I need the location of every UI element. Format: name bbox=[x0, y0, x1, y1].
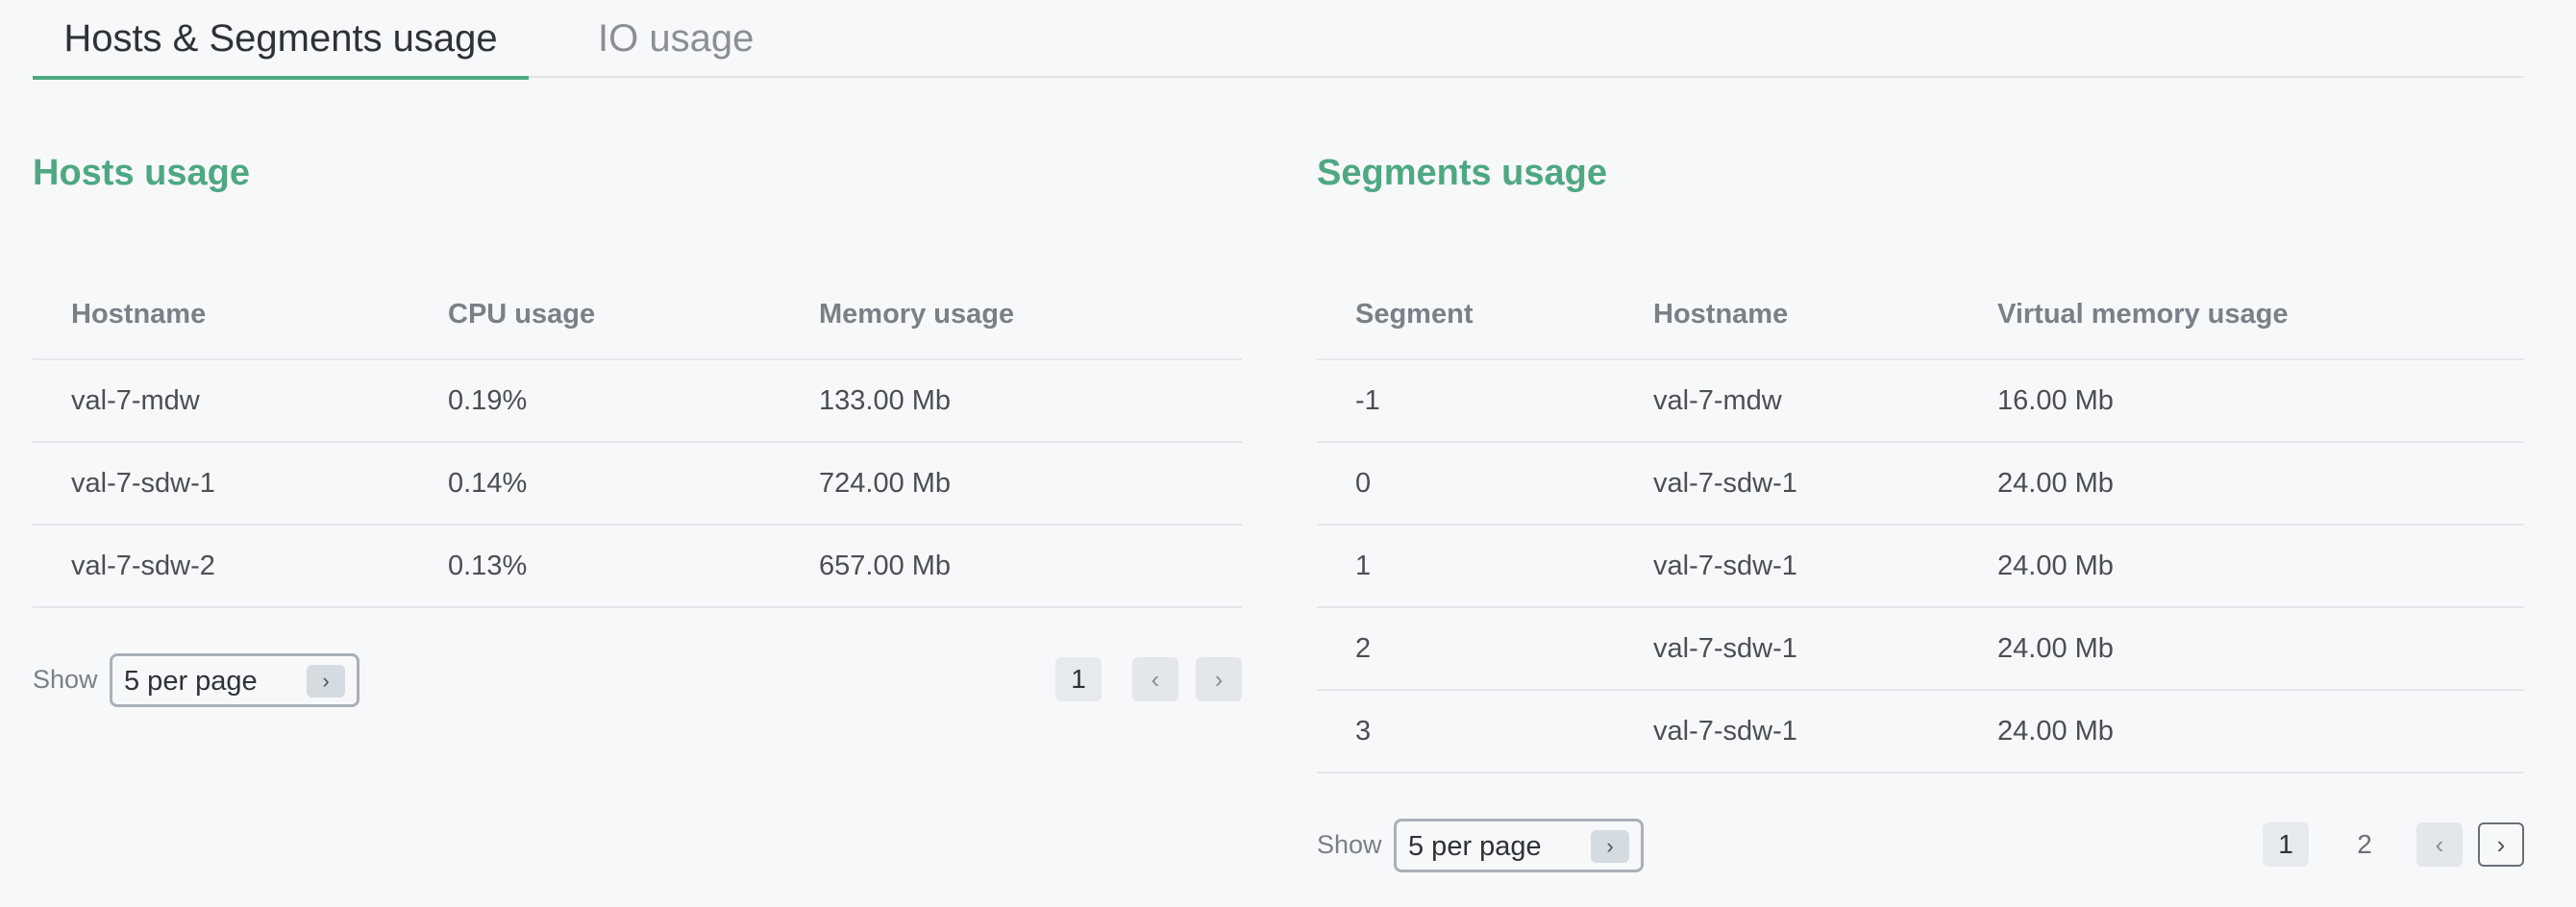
memory-usage-cell: 724.00 Mb bbox=[780, 442, 1242, 526]
chevron-left-icon: ‹ bbox=[1151, 665, 1160, 694]
per-page-value: 5 per page bbox=[1408, 831, 1542, 862]
virtual-memory-cell: 24.00 Mb bbox=[1959, 690, 2524, 773]
segments-per-page-select[interactable]: 5 per page › bbox=[1394, 819, 1644, 872]
usage-page: Hosts & Segments usage IO usage Hosts us… bbox=[0, 0, 2576, 907]
column-header-virtual-memory-usage[interactable]: Virtual memory usage bbox=[1959, 271, 2524, 360]
tab-hosts-segments-usage[interactable]: Hosts & Segments usage bbox=[33, 13, 529, 80]
page-button-1[interactable]: 1 bbox=[1055, 657, 1102, 701]
hostname-cell: val-7-sdw-1 bbox=[1615, 690, 1959, 773]
tab-bar: Hosts & Segments usage IO usage bbox=[33, 0, 2524, 80]
segments-usage-panel: Segments usage Segment Hostname Virtual … bbox=[1317, 144, 2524, 872]
hosts-table: Hostname CPU usage Memory usage val-7-md… bbox=[33, 271, 1242, 608]
hostname-cell: val-7-sdw-2 bbox=[33, 525, 409, 608]
segments-table: Segment Hostname Virtual memory usage -1… bbox=[1317, 271, 2524, 773]
hosts-pagination-footer: Show 5 per page › 1 ‹ › bbox=[33, 653, 1242, 707]
hosts-usage-title: Hosts usage bbox=[33, 153, 250, 193]
table-row: val-7-sdw-2 0.13% 657.00 Mb bbox=[33, 525, 1242, 608]
table-header-row: Segment Hostname Virtual memory usage bbox=[1317, 271, 2524, 360]
hostname-cell: val-7-sdw-1 bbox=[33, 442, 409, 526]
segment-cell: 0 bbox=[1317, 442, 1615, 526]
virtual-memory-cell: 24.00 Mb bbox=[1959, 607, 2524, 691]
segments-usage-title: Segments usage bbox=[1317, 153, 1607, 193]
chevron-right-icon: › bbox=[307, 665, 345, 698]
page-button-1[interactable]: 1 bbox=[2263, 822, 2309, 867]
segment-cell: 2 bbox=[1317, 607, 1615, 691]
table-row: -1 val-7-mdw 16.00 Mb bbox=[1317, 359, 2524, 443]
hostname-cell: val-7-mdw bbox=[1615, 359, 1959, 443]
table-row: val-7-sdw-1 0.14% 724.00 Mb bbox=[33, 442, 1242, 526]
prev-page-button[interactable]: ‹ bbox=[2416, 822, 2463, 867]
hostname-cell: val-7-sdw-1 bbox=[1615, 442, 1959, 526]
segment-cell: 1 bbox=[1317, 525, 1615, 608]
virtual-memory-cell: 24.00 Mb bbox=[1959, 442, 2524, 526]
virtual-memory-cell: 24.00 Mb bbox=[1959, 525, 2524, 608]
tab-io-usage[interactable]: IO usage bbox=[598, 13, 754, 78]
hostname-cell: val-7-sdw-1 bbox=[1615, 607, 1959, 691]
table-row: val-7-mdw 0.19% 133.00 Mb bbox=[33, 359, 1242, 443]
table-row: 0 val-7-sdw-1 24.00 Mb bbox=[1317, 442, 2524, 526]
chevron-right-icon: › bbox=[1214, 665, 1224, 694]
column-header-cpu-usage[interactable]: CPU usage bbox=[409, 271, 780, 360]
memory-usage-cell: 657.00 Mb bbox=[780, 525, 1242, 608]
page-button-2[interactable]: 2 bbox=[2341, 822, 2388, 867]
cpu-usage-cell: 0.13% bbox=[409, 525, 780, 608]
table-row: 2 val-7-sdw-1 24.00 Mb bbox=[1317, 607, 2524, 691]
next-page-button[interactable]: › bbox=[2478, 822, 2524, 867]
segment-cell: -1 bbox=[1317, 359, 1615, 443]
chevron-right-icon: › bbox=[1591, 830, 1629, 863]
segments-pagination-footer: Show 5 per page › 1 2 ‹ › bbox=[1317, 819, 2524, 872]
cpu-usage-cell: 0.19% bbox=[409, 359, 780, 443]
hostname-cell: val-7-sdw-1 bbox=[1615, 525, 1959, 608]
memory-usage-cell: 133.00 Mb bbox=[780, 359, 1242, 443]
table-header-row: Hostname CPU usage Memory usage bbox=[33, 271, 1242, 360]
prev-page-button[interactable]: ‹ bbox=[1132, 657, 1178, 701]
chevron-left-icon: ‹ bbox=[2435, 830, 2444, 859]
tab-label: Hosts & Segments usage bbox=[63, 17, 498, 60]
table-row: 3 val-7-sdw-1 24.00 Mb bbox=[1317, 690, 2524, 773]
hostname-cell: val-7-mdw bbox=[33, 359, 409, 443]
virtual-memory-cell: 16.00 Mb bbox=[1959, 359, 2524, 443]
column-header-hostname[interactable]: Hostname bbox=[33, 271, 409, 360]
hosts-usage-panel: Hosts usage Hostname CPU usage Memory us… bbox=[33, 144, 1242, 707]
show-label: Show bbox=[1317, 830, 1382, 859]
table-row: 1 val-7-sdw-1 24.00 Mb bbox=[1317, 525, 2524, 608]
chevron-right-icon: › bbox=[2496, 830, 2506, 859]
segment-cell: 3 bbox=[1317, 690, 1615, 773]
tab-label: IO usage bbox=[598, 17, 755, 60]
column-header-memory-usage[interactable]: Memory usage bbox=[780, 271, 1242, 360]
hosts-per-page-select[interactable]: 5 per page › bbox=[110, 653, 359, 707]
show-label: Show bbox=[33, 665, 98, 694]
column-header-segment[interactable]: Segment bbox=[1317, 271, 1615, 360]
per-page-value: 5 per page bbox=[124, 666, 258, 697]
column-header-hostname[interactable]: Hostname bbox=[1615, 271, 1959, 360]
next-page-button[interactable]: › bbox=[1196, 657, 1242, 701]
cpu-usage-cell: 0.14% bbox=[409, 442, 780, 526]
